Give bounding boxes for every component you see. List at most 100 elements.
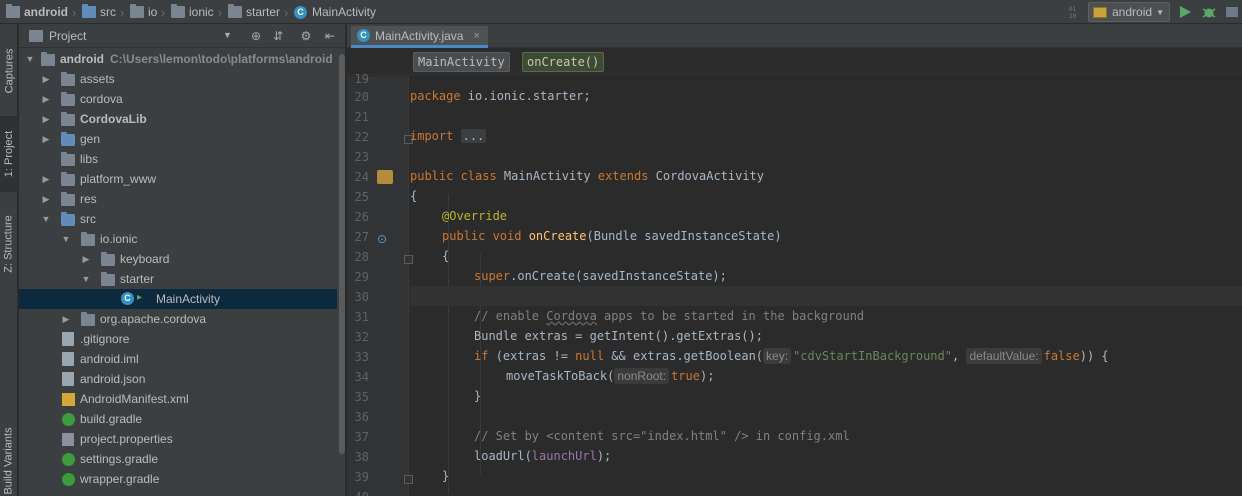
tree-item-platform-www[interactable]: ▶ platform_www (19, 169, 337, 189)
tree-item-src[interactable]: ▼ src (19, 209, 337, 229)
tree-item-android[interactable]: ▼ android C:\Users\lemon\todo\platforms\a… (19, 49, 337, 69)
expand-arrow-icon[interactable]: ▼ (25, 54, 35, 64)
code-line-27: @Override (442, 209, 508, 223)
tree-item-io-ionic[interactable]: ▼ io.ionic (19, 229, 337, 249)
tree-item-libs[interactable]: libs (19, 149, 337, 169)
editor-gutter: 19 20 21 22 23 24 25 26 27 28 29 30 31 3… (347, 72, 413, 496)
android-activity-icon[interactable] (377, 170, 393, 184)
run-icon[interactable] (1177, 4, 1193, 20)
tab-mainactivity-java[interactable]: C MainActivity.java × (351, 26, 488, 48)
expand-arrow-icon[interactable]: ▶ (61, 314, 71, 325)
crumb-separator: › (284, 5, 289, 20)
project-folder-icon (6, 4, 20, 18)
line-number: 25 (354, 190, 369, 204)
package-folder-icon (130, 4, 144, 18)
tree-item-org-apache-cordova[interactable]: ▶ org.apache.cordova (19, 309, 337, 329)
chevron-down-icon[interactable]: ▼ (223, 30, 232, 40)
run-configuration-select[interactable]: android ▼ (1088, 2, 1170, 22)
folded-imports[interactable]: ... (460, 129, 487, 143)
code-line-30: super.onCreate(savedInstanceState); (474, 269, 727, 283)
breadcrumb-class[interactable]: MainActivity (413, 52, 510, 72)
attach-debugger-icon[interactable] (1224, 4, 1240, 20)
tree-item-gen[interactable]: ▶ gen (19, 129, 337, 149)
xml-file-icon (62, 393, 75, 406)
tree-item-androidmanifest[interactable]: AndroidManifest.xml (19, 389, 337, 409)
collapse-arrow-icon[interactable]: ▼ (61, 234, 71, 244)
tree-item-starter[interactable]: ▼ starter (19, 269, 337, 289)
code-line-20: package io.ionic.starter; (410, 89, 591, 103)
expand-arrow-icon[interactable]: ▶ (41, 94, 51, 105)
line-number: 28 (354, 250, 369, 264)
crumb-separator: › (72, 5, 77, 20)
tab-captures[interactable]: Captures (0, 30, 18, 112)
close-icon[interactable]: × (473, 30, 479, 42)
class-icon: C (121, 292, 134, 305)
nav-crumb-io[interactable]: io (130, 0, 157, 24)
line-number: 33 (354, 350, 369, 364)
project-scrollbar[interactable] (339, 54, 345, 454)
folder-icon (61, 192, 75, 206)
nav-crumb-src[interactable]: src (82, 0, 116, 24)
svg-text:01: 01 (1069, 6, 1077, 13)
tree-item-wrapper-gradle[interactable]: wrapper.gradle (19, 469, 337, 489)
collapse-all-icon[interactable]: ⇵ (271, 29, 285, 43)
module-folder-icon (41, 52, 55, 66)
tree-item-keyboard[interactable]: ▶ keyboard (19, 249, 337, 269)
tree-item-project-properties[interactable]: project.properties (19, 429, 337, 449)
code-content[interactable]: package io.ionic.starter; import ... pub… (410, 76, 1242, 496)
tree-item-build-gradle[interactable]: build.gradle (19, 409, 337, 429)
build-icon[interactable]: 01 10 (1068, 4, 1084, 20)
breadcrumb-method[interactable]: onCreate() (522, 52, 605, 72)
line-number: 37 (354, 430, 369, 444)
tab-build-variants[interactable]: Build Variants (0, 418, 18, 496)
expand-arrow-icon[interactable]: ▶ (81, 254, 91, 265)
code-line-22: import ... (410, 129, 487, 143)
tree-item-android-json[interactable]: android.json (19, 369, 337, 389)
gear-icon[interactable]: ⚙ (299, 29, 313, 43)
override-method-icon[interactable]: ⊙ (377, 232, 391, 246)
line-number: 20 (354, 90, 369, 104)
tab-project[interactable]: 1: Project (0, 116, 18, 192)
expand-arrow-icon[interactable]: ▶ (41, 174, 51, 185)
tree-item-cordovalib[interactable]: ▶ CordovaLib (19, 109, 337, 129)
module-file-icon (62, 352, 74, 366)
tree-item-gitignore[interactable]: .gitignore (19, 329, 337, 349)
line-number: 23 (354, 150, 369, 164)
crumb-separator: › (161, 5, 166, 20)
folder-icon (61, 172, 75, 186)
package-icon (101, 272, 115, 286)
line-number: 29 (354, 270, 369, 284)
collapse-arrow-icon[interactable]: ▼ (81, 274, 91, 284)
generated-folder-icon (61, 132, 75, 146)
expand-arrow-icon[interactable]: ▶ (41, 194, 51, 205)
expand-arrow-icon[interactable]: ▶ (41, 114, 51, 125)
expand-arrow-icon[interactable]: ▶ (41, 74, 51, 85)
project-view-select[interactable]: Project (49, 29, 86, 43)
tab-structure[interactable]: Z: Structure (0, 200, 18, 288)
nav-crumb-starter[interactable]: starter (228, 0, 280, 24)
scroll-from-source-icon[interactable]: ⊕ (249, 29, 263, 43)
module-folder-icon (61, 112, 75, 126)
tree-item-res[interactable]: ▶ res (19, 189, 337, 209)
tree-item-mainactivity[interactable]: C ▸ MainActivity (19, 289, 337, 309)
code-line-35: moveTaskToBack(nonRoot: true); (506, 368, 715, 384)
package-icon (101, 252, 115, 266)
line-number: 34 (354, 370, 369, 384)
nav-crumb-ionic[interactable]: ionic (171, 0, 214, 24)
source-folder-icon (61, 212, 75, 226)
hide-panel-icon[interactable]: ⇤ (323, 29, 337, 43)
code-line-38: // Set by <content src="index.html" /> i… (474, 429, 850, 443)
tree-item-settings-gradle[interactable]: settings.gradle (19, 449, 337, 469)
nav-crumb-mainactivity[interactable]: C MainActivity (294, 0, 376, 24)
nav-crumb-android[interactable]: android (6, 0, 68, 24)
navigation-bar: android › src › io › ionic › starter › C… (0, 0, 1242, 24)
code-editor: C MainActivity.java × MainActivity onCre… (347, 24, 1242, 496)
expand-arrow-icon[interactable]: ▶ (41, 134, 51, 145)
tree-item-assets[interactable]: ▶ assets (19, 69, 337, 89)
project-tool-window: Project ▼ ⊕ ⇵ ⚙ ⇤ ▼ android C:\Users\lemo… (19, 24, 346, 496)
tree-item-cordova[interactable]: ▶ cordova (19, 89, 337, 109)
debug-icon[interactable] (1201, 4, 1217, 20)
tree-item-android-iml[interactable]: android.iml (19, 349, 337, 369)
collapse-arrow-icon[interactable]: ▼ (41, 214, 51, 224)
android-module-icon (1093, 6, 1107, 18)
